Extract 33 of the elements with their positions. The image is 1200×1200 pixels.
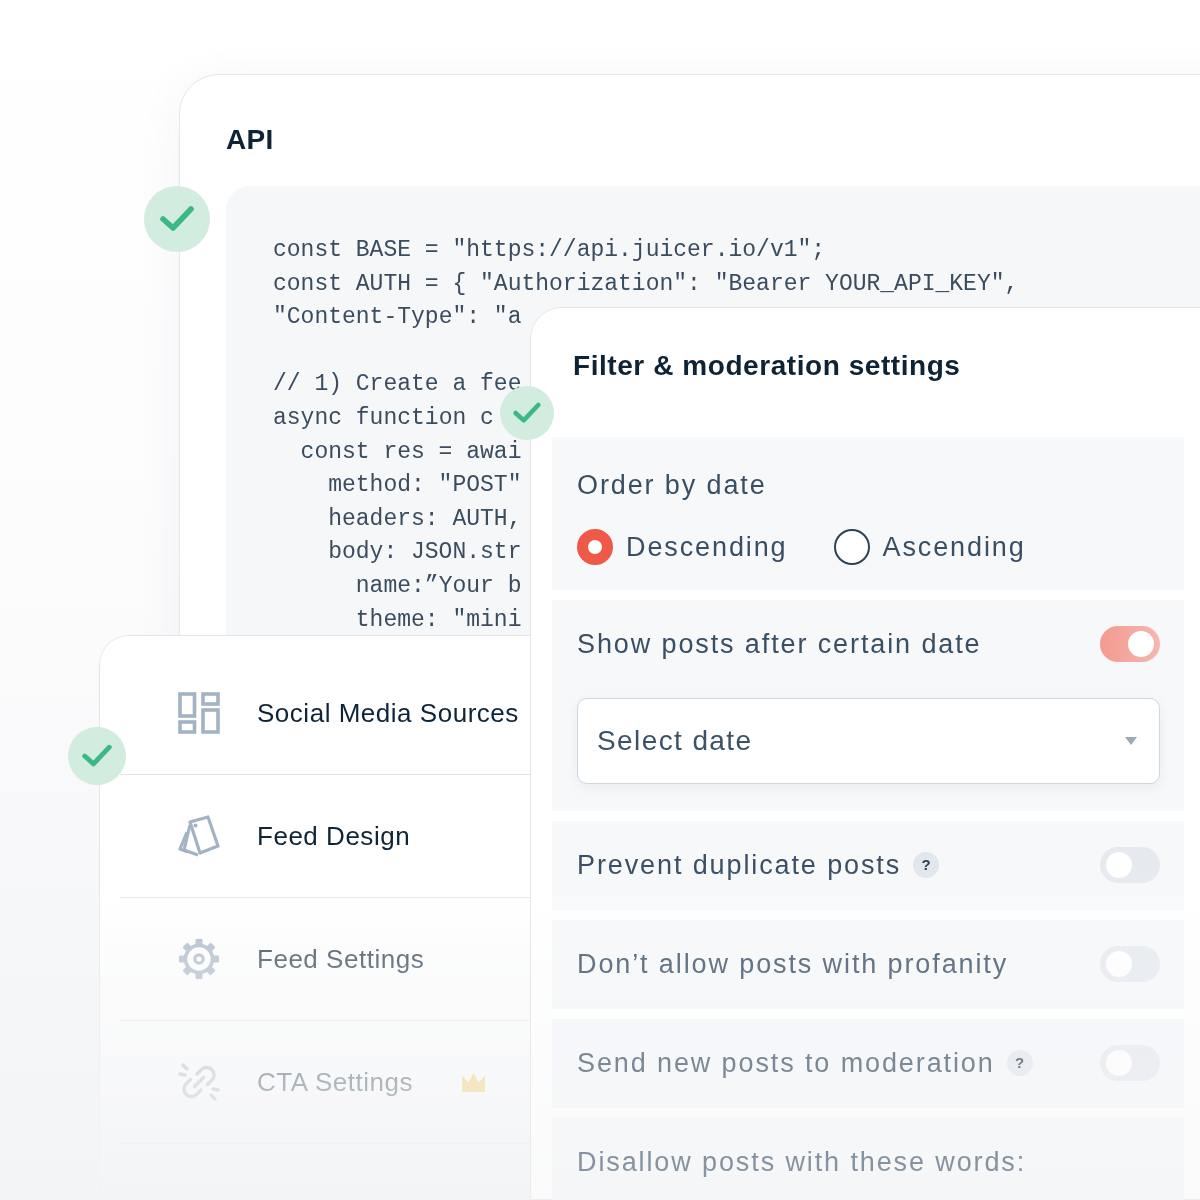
setting-label: Show posts after certain date	[577, 628, 982, 661]
setting-label: Disallow posts with these words:	[577, 1146, 1027, 1179]
code-line: theme: "mini	[355, 605, 522, 635]
code-line: async function c	[273, 403, 494, 433]
toggle-switch[interactable]	[1100, 847, 1160, 883]
swatch-icon	[178, 815, 220, 857]
code-line: method: "POST"	[328, 471, 522, 501]
radio-option[interactable]: Descending	[577, 529, 788, 565]
code-line: body: JSON.str	[328, 538, 522, 568]
code-line: const BASE = "https://api.juicer.io/v1";	[273, 236, 826, 265]
caret-icon	[1125, 737, 1137, 745]
help-badge[interactable]: ?	[1006, 1050, 1033, 1076]
code-line: name:”Your b	[355, 571, 522, 601]
date-select[interactable]: Select date	[577, 698, 1160, 784]
card-title: API	[226, 123, 274, 157]
panel-title: Filter & moderation settings	[573, 349, 961, 383]
sidebar-item[interactable]: Feed Design	[120, 775, 530, 898]
code-line: // 1) Create a fee	[273, 370, 522, 400]
sidebar-item[interactable]: Feed Settings	[120, 898, 530, 1021]
code-line: const res = awai	[300, 437, 522, 467]
setting-label: Send new posts to moderation	[577, 1047, 995, 1080]
grid-icon	[178, 692, 220, 734]
gear-icon	[178, 938, 220, 980]
radio-option[interactable]: Ascending	[833, 529, 1026, 565]
setting-label: Prevent duplicate posts	[577, 849, 902, 882]
code-line: "Content-Type": "a	[273, 303, 522, 333]
broken-link-icon	[178, 1061, 220, 1103]
code-line: const AUTH = { "Authorization": "Bearer YOUR_API_KEY",	[273, 269, 1019, 299]
toggle-switch[interactable]	[1100, 626, 1160, 662]
code-line: headers: AUTH,	[328, 504, 522, 534]
help-badge[interactable]: ?	[913, 852, 940, 878]
setting-label: Order by date	[577, 469, 767, 501]
setting-label: Don’t allow posts with profanity	[577, 948, 1009, 981]
